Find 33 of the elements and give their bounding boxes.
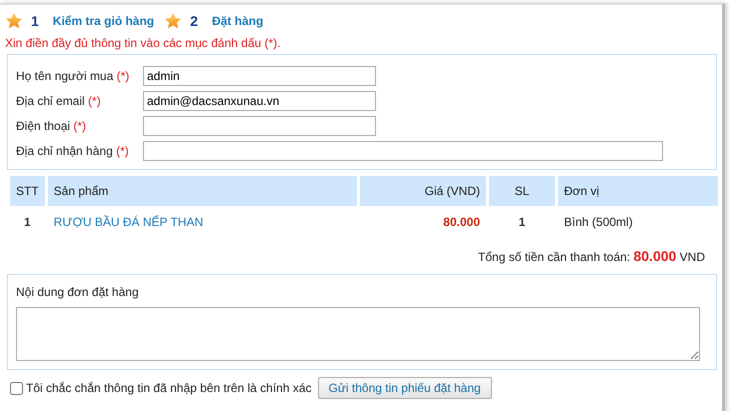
table-cell-text: 1 xyxy=(518,214,526,231)
submit-button[interactable]: Gửi thông tin phiếu đặt hàng xyxy=(318,377,492,399)
total-label: Tổng số tiền cần thanh toán: xyxy=(478,250,630,264)
field-label: Địa chỉ nhận hàng (*) xyxy=(16,144,130,158)
table-cell-text: Bình (500ml) xyxy=(563,214,634,231)
field-label: Địa chỉ email (*) xyxy=(16,94,102,108)
required-notice: Xin điền đầy đủ thông tin vào các mục đánh dấu (*). xyxy=(5,36,282,50)
confirm-checkbox[interactable] xyxy=(10,382,23,394)
star-icon xyxy=(164,12,182,30)
product-link[interactable]: RƯỢU BẦU ĐÁ NẾP THAN xyxy=(54,215,204,229)
field-label: Điện thoại (*) xyxy=(16,118,88,132)
column-header: Sản phẩm xyxy=(48,176,357,206)
currency-label: VND xyxy=(680,250,705,264)
column-header: Giá (VND) xyxy=(360,176,486,206)
step-number: 1 xyxy=(31,13,39,29)
total-amount: 80.000 xyxy=(633,248,676,264)
field-label: Họ tên người mua (*) xyxy=(16,68,130,82)
column-header: STT xyxy=(10,176,45,206)
star-icon xyxy=(5,12,23,30)
step-link[interactable]: Kiểm tra giỏ hàng xyxy=(52,14,154,28)
price-cell-text: 80.000 xyxy=(442,214,481,231)
column-header: SL xyxy=(489,176,555,206)
input-field[interactable]: admin@dacsanxunau.vn xyxy=(143,90,376,110)
column-header: Đơn vị xyxy=(558,176,718,206)
step-link[interactable]: Đặt hàng xyxy=(212,14,264,28)
notes-label: Nội dung đơn đặt hàng xyxy=(16,285,140,299)
table-cell-text: 1 xyxy=(22,214,32,231)
input-field[interactable] xyxy=(143,140,663,160)
notes-textarea[interactable] xyxy=(16,307,700,361)
input-field[interactable]: admin xyxy=(143,66,376,86)
confirm-label: Tôi chắc chắn thông tin đã nhập bên trên là chính xác xyxy=(26,381,312,395)
step-number: 2 xyxy=(190,13,198,29)
input-field[interactable] xyxy=(143,116,376,136)
